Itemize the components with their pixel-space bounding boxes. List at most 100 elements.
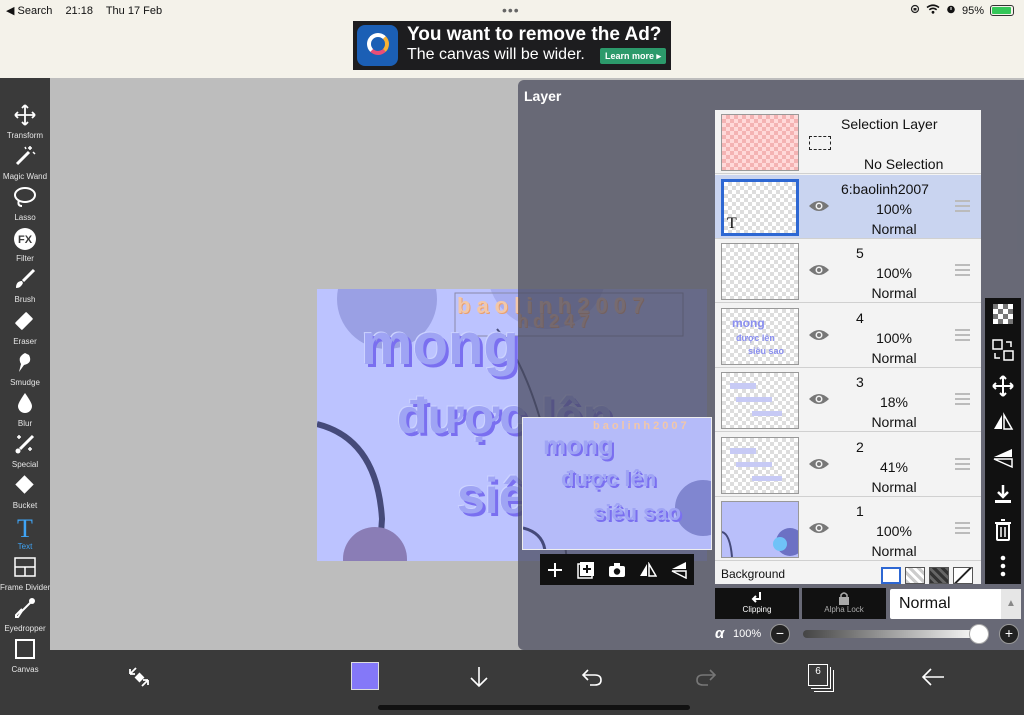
opacity-decrease-button[interactable]: − (770, 624, 790, 644)
tool-brush[interactable]: Brush (0, 268, 50, 309)
move-layer-icon[interactable] (991, 338, 1015, 362)
alpha-lock-button[interactable]: Alpha Lock (802, 588, 886, 619)
tool-transform[interactable]: Transform (0, 104, 50, 145)
more-options-icon[interactable] (991, 554, 1015, 578)
layer-count-button[interactable]: 6 (808, 664, 828, 686)
tool-filter[interactable]: FX Filter (0, 227, 50, 268)
opacity-increase-button[interactable]: + (999, 624, 1019, 644)
camera-icon[interactable] (607, 560, 627, 580)
layer-actions-bar (985, 298, 1021, 584)
drag-handle-icon[interactable] (955, 522, 970, 534)
clipping-button[interactable]: Clipping (715, 588, 799, 619)
clock-date: Thu 17 Feb (105, 5, 163, 17)
opacity-slider[interactable] (803, 624, 989, 644)
tool-label: Special (11, 459, 39, 469)
selection-layer-row[interactable]: Selection Layer No Selection (715, 110, 981, 174)
layer-row-1[interactable]: T 6:baolinh2007 100% Normal (715, 175, 981, 239)
preview-text-line2: được lên (561, 466, 657, 491)
tool-lasso[interactable]: Lasso (0, 186, 50, 227)
alarm-icon (946, 4, 956, 17)
opacity-row: α 100% − + (715, 622, 1024, 648)
trash-icon[interactable] (991, 518, 1015, 542)
layer-thumbnail: T (721, 179, 799, 236)
tool-canvas[interactable]: Canvas (0, 638, 50, 679)
artwork-text-line1: mong (361, 312, 519, 377)
layer-name: 6:baolinh2007 (841, 181, 929, 197)
tool-eyedropper[interactable]: Eyedropper (0, 597, 50, 638)
flip-horizontal-icon[interactable] (991, 410, 1015, 434)
opacity-slider-knob[interactable] (969, 624, 989, 644)
back-to-search-link[interactable]: ◀ Search (6, 5, 52, 17)
add-layer-icon[interactable] (545, 560, 565, 580)
drag-handle-icon[interactable] (955, 328, 970, 341)
layer-opacity: 18% (879, 394, 909, 411)
layer-opacity: 100% (876, 523, 912, 539)
layer-list[interactable]: Selection Layer No Selection T 6:baolinh2… (715, 110, 981, 584)
drag-handle-icon[interactable] (955, 457, 970, 470)
ad-banner[interactable]: You want to remove the Ad? The canvas wi… (353, 21, 671, 70)
tool-label: Canvas (11, 665, 39, 675)
layer-thumbnail (721, 436, 799, 494)
tool-special[interactable]: Special (0, 433, 50, 474)
drag-handle-icon[interactable] (955, 264, 970, 277)
primary-color-swatch[interactable] (351, 662, 379, 690)
tool-label: Eyedropper (4, 624, 46, 634)
layer-row-6[interactable]: 1 100% Normal (715, 497, 981, 561)
background-dark-swatch[interactable] (929, 567, 949, 584)
svg-text:được lên: được lên (736, 333, 775, 343)
eye-visibility-icon[interactable] (808, 263, 830, 277)
drag-handle-icon[interactable] (955, 200, 970, 212)
merge-down-icon[interactable] (991, 482, 1015, 506)
layer-opacity: 100% (876, 329, 912, 346)
clock-time: 21:18 (65, 5, 93, 17)
tool-magic-wand[interactable]: Magic Wand (0, 145, 50, 186)
background-none-swatch[interactable] (953, 567, 973, 584)
bottom-toolbar: 6 (50, 650, 1024, 715)
selection-layer-thumbnail (721, 114, 799, 171)
eye-visibility-icon[interactable] (808, 521, 830, 535)
undo-icon[interactable] (577, 662, 607, 692)
flip-horizontal-icon[interactable] (638, 560, 658, 580)
ad-subline: The canvas will be wider. (407, 46, 585, 63)
tool-eraser[interactable]: Eraser (0, 310, 50, 351)
checkerboard-icon[interactable] (991, 302, 1015, 326)
tool-smudge[interactable]: Smudge (0, 351, 50, 392)
transform-icon[interactable] (991, 374, 1015, 398)
tool-frame-divider[interactable]: Frame Divider (0, 556, 50, 597)
alpha-lock-label: Alpha Lock (824, 605, 864, 614)
quick-menu-icon[interactable] (124, 662, 154, 692)
flip-vertical-icon[interactable] (991, 446, 1015, 470)
background-transparent-swatch[interactable] (905, 567, 925, 584)
background-row[interactable]: Background (715, 562, 981, 584)
eye-visibility-icon[interactable] (808, 328, 830, 342)
drop-icon (0, 392, 50, 419)
layer-opacity: 41% (879, 458, 909, 475)
background-white-swatch[interactable] (881, 567, 901, 584)
layer-row-3[interactable]: mong được lên siêu sao 4 100% Normal (715, 303, 981, 368)
tool-blur[interactable]: Blur (0, 392, 50, 433)
redo-icon[interactable] (691, 662, 721, 692)
layer-row-4[interactable]: 3 18% Normal (715, 368, 981, 433)
multitasking-dots-icon[interactable]: ••• (502, 2, 520, 18)
learn-more-button[interactable]: Learn more ▸ (600, 48, 666, 64)
eye-visibility-icon[interactable] (808, 392, 830, 406)
canvas-preview-thumbnail[interactable]: baolinh2007 mong được lên siêu sao (522, 417, 712, 550)
layer-row-5[interactable]: 2 41% Normal (715, 432, 981, 497)
layer-thumbnail (721, 501, 799, 558)
down-arrow-icon[interactable] (464, 662, 494, 692)
eye-visibility-icon[interactable] (808, 457, 830, 471)
add-layer-copy-icon[interactable] (576, 560, 596, 580)
blend-mode-select[interactable]: Normal ▲ (890, 589, 1021, 619)
home-indicator[interactable] (378, 705, 690, 710)
layer-row-2[interactable]: 5 100% Normal (715, 239, 981, 304)
drag-handle-icon[interactable] (955, 393, 970, 406)
flip-vertical-icon[interactable] (669, 560, 689, 580)
eye-visibility-icon[interactable] (808, 199, 830, 213)
tool-label: Lasso (14, 213, 36, 223)
blend-mode-value: Normal (899, 595, 951, 612)
selection-layer-name: Selection Layer (841, 116, 938, 132)
back-arrow-icon[interactable] (918, 662, 948, 692)
tool-bucket[interactable]: Bucket (0, 474, 50, 515)
tool-text[interactable]: T Text (0, 514, 50, 556)
layer-name: 2 (856, 438, 864, 455)
